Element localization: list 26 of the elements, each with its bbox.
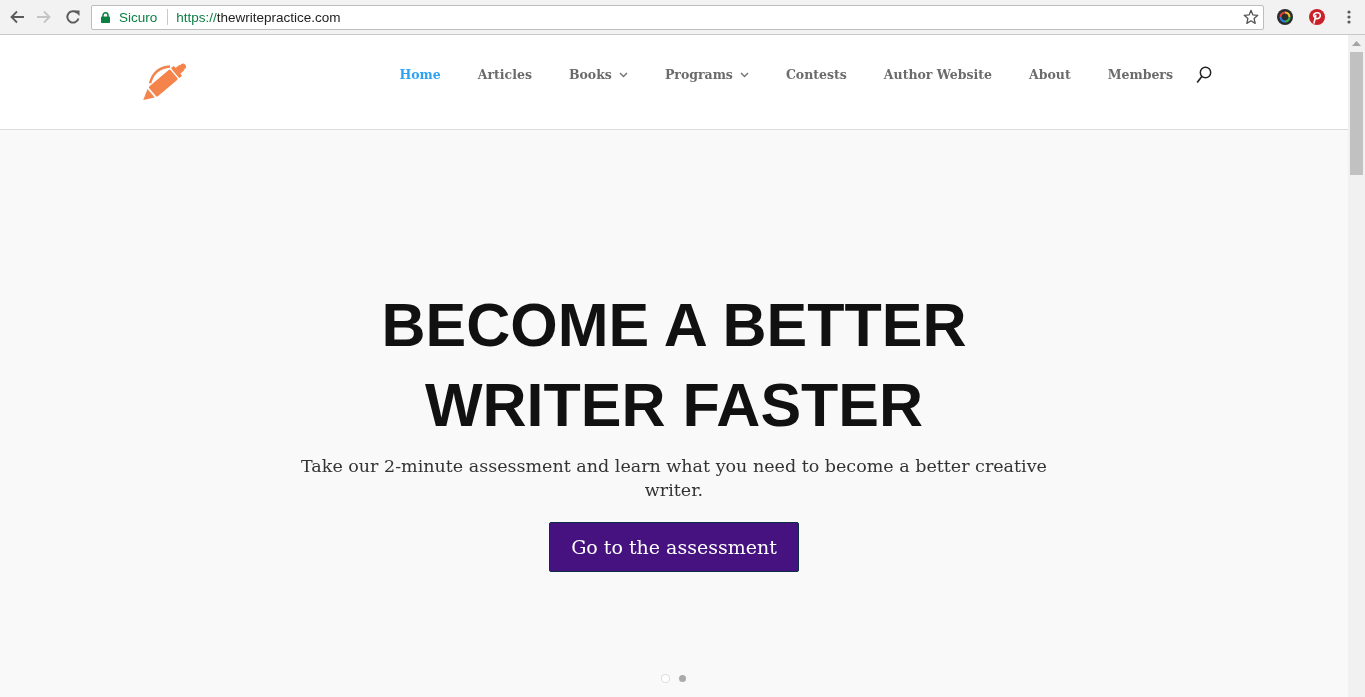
hero-subtitle: Take our 2-minute assessment and learn what you need to become a better creative writer. (300, 455, 1048, 502)
nav-link[interactable]: Members (1107, 65, 1173, 85)
nav-link[interactable]: About (1029, 65, 1071, 85)
scrollbar-thumb[interactable] (1350, 52, 1363, 175)
nav-link[interactable]: Contests (785, 65, 847, 85)
color-wheel-icon[interactable] (1277, 9, 1293, 25)
security-label: Sicuro (119, 9, 158, 25)
star-icon[interactable] (1243, 9, 1259, 25)
nav-link[interactable]: Books (568, 65, 628, 85)
search-icon[interactable] (1196, 66, 1212, 84)
lock-icon (101, 11, 110, 23)
assessment-button[interactable]: Go to the assessment (549, 522, 799, 572)
nav-link[interactable]: Programs (664, 65, 749, 85)
reload-icon[interactable] (65, 9, 81, 25)
back-icon[interactable] (9, 9, 25, 25)
address-bar[interactable]: Sicuro https://thewritepractice.com (91, 4, 1264, 30)
more-menu-icon[interactable] (1347, 10, 1351, 24)
nav-link[interactable]: Articles (477, 65, 532, 85)
slide-dot-icon[interactable] (679, 675, 686, 682)
nav-link[interactable]: Author Website (883, 65, 992, 85)
address-url: https://thewritepractice.com (176, 9, 341, 25)
pin-badge-icon[interactable] (1309, 9, 1325, 25)
hero-title: BECOME A BETTER WRITER FASTER (380, 290, 968, 441)
scrollbar[interactable] (1348, 35, 1365, 697)
nav-link[interactable]: Home (399, 65, 441, 85)
slide-dot-icon[interactable] (662, 675, 669, 682)
